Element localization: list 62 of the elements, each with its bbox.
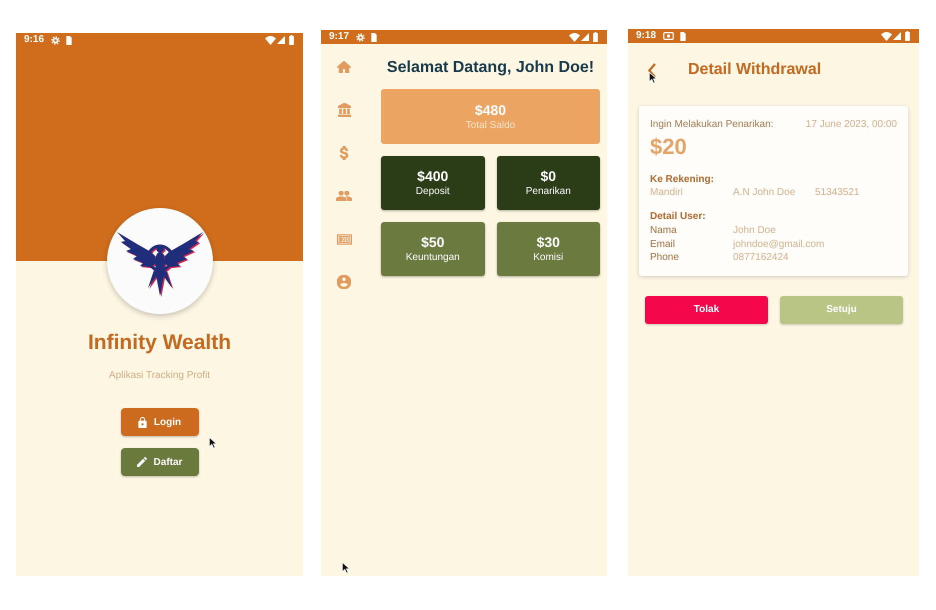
bank-icon[interactable] [338,103,350,117]
field-value: John Doe [733,224,777,238]
sd-card-icon [371,32,378,42]
battery-icon [289,35,294,45]
register-button[interactable]: Daftar [120,448,198,476]
stat-label: Deposit [416,185,450,198]
sd-card-icon [680,32,686,40]
battery-icon [593,32,598,42]
field-value: johndoe@gmail.com [733,238,826,251]
signal-icon [581,33,589,41]
section-heading: Detail User: [650,211,707,223]
gear-icon [356,32,366,42]
status-time: 9:16 [24,34,44,46]
stat-value: $50 [421,234,444,251]
account-icon[interactable] [337,275,351,289]
welcome-heading: Selamat Datang, John Doe! [386,58,596,78]
field-value: 0877162424 [733,251,790,264]
signal-icon [893,32,901,40]
field-label: Nama [650,224,678,238]
cursor-icon [649,72,657,84]
lock-icon [138,416,147,428]
page-title: Detail Withdrawal [688,60,822,80]
wifi-icon [881,32,892,40]
request-label: Ingin Melakukan Penarikan: [650,119,774,131]
login-button[interactable]: Login [120,408,198,436]
app-title: Infinity Wealth [88,330,232,356]
cursor-icon [209,437,217,448]
back-icon [648,62,656,78]
balance-amount: $480 [474,102,506,118]
battery-icon [905,31,910,41]
sd-card-icon [66,36,72,44]
wifi-icon [569,32,580,42]
stat-label: Keuntungan [406,251,460,264]
stat-value: $0 [540,168,556,185]
home-icon[interactable] [337,61,351,73]
stat-value: $30 [536,234,560,251]
account-number: 51343521 [815,187,860,199]
account-holder: A.N John Doe [733,187,796,199]
banknote-icon[interactable] [336,234,352,244]
app-tagline: Aplikasi Tracking Profit [108,370,210,382]
dollar-icon[interactable] [340,146,348,160]
field-label: Phone [650,251,680,264]
record-icon [663,32,674,40]
pencil-icon [136,457,147,467]
people-icon[interactable] [336,191,352,201]
stat-label: Penarikan [526,185,571,198]
eagle-icon [106,208,212,314]
request-date: 17 June 2023, 00:00 [806,119,897,131]
signal-icon [277,36,285,44]
status-time: 9:18 [636,30,656,42]
gear-icon [51,36,60,44]
cursor-icon [342,562,350,574]
section-heading: Ke Rekening: [650,174,715,186]
field-label: Email [650,238,676,251]
stat-value: $400 [417,168,448,185]
balance-label: Total Saldo [466,118,516,132]
bank-name: Mandiri [650,187,684,199]
reject-button[interactable]: Tolak [645,296,768,324]
status-time: 9:17 [329,31,350,43]
wifi-icon [265,36,276,44]
stat-label: Komisi [533,251,564,264]
withdrawal-amount: $20 [650,134,688,160]
